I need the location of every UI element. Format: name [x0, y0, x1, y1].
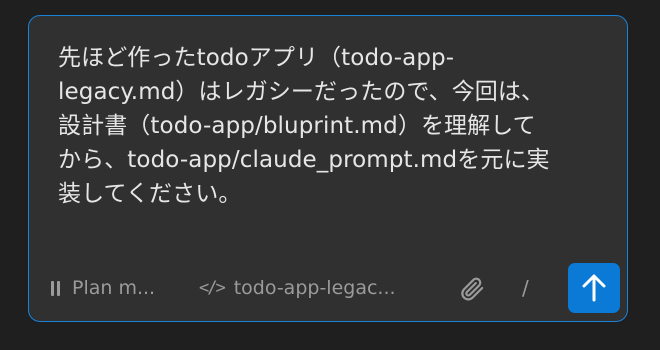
file-context-label: todo-app-legac...: [233, 277, 396, 299]
arrow-up-icon: [582, 274, 606, 302]
slash-command-button[interactable]: /: [522, 254, 529, 322]
code-icon: </>: [199, 278, 226, 298]
send-button[interactable]: [568, 263, 620, 313]
composer-footer: Plan m... </> todo-app-legac... /: [29, 254, 627, 322]
file-context-chip[interactable]: </> todo-app-legac...: [199, 254, 396, 322]
mode-label: Plan m...: [72, 277, 156, 299]
pause-icon: [51, 280, 60, 296]
attach-file-button[interactable]: [459, 276, 485, 302]
prompt-composer[interactable]: 先ほど作ったtodoアプリ（todo-app- legacy.md）はレガシーだ…: [28, 15, 628, 322]
prompt-input[interactable]: 先ほど作ったtodoアプリ（todo-app- legacy.md）はレガシーだ…: [58, 41, 618, 211]
paperclip-icon: [461, 277, 484, 301]
mode-selector[interactable]: Plan m...: [51, 254, 155, 322]
